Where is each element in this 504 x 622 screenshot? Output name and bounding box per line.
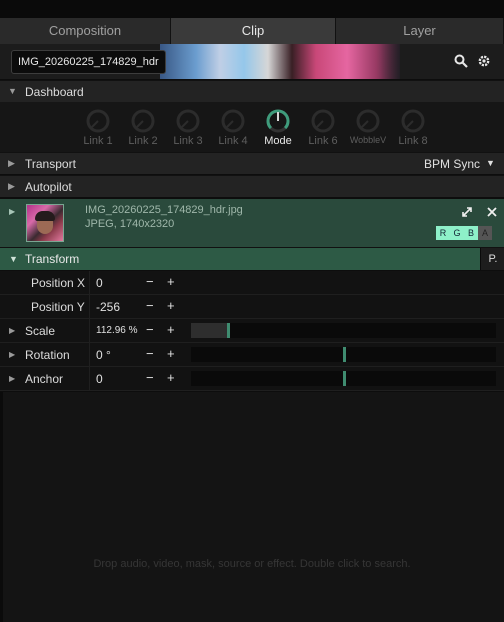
clip-name-field[interactable]: IMG_20260225_174829_hdr — [11, 50, 166, 74]
decrement-button[interactable]: − — [146, 370, 154, 385]
anchor-slider[interactable] — [191, 371, 496, 386]
knob-link-1[interactable]: Link 1 — [77, 108, 119, 147]
param-value-field[interactable]: 112.96 % — [96, 325, 138, 336]
bpm-sync-dropdown[interactable]: BPM Sync — [424, 157, 480, 171]
file-info: JPEG, 1740x2320 — [85, 218, 175, 230]
decrement-button[interactable]: − — [146, 346, 154, 361]
clip-header: IMG_20260225_174829_hdr — [0, 44, 504, 79]
tab-layer[interactable]: Layer — [336, 18, 504, 44]
expand-triangle-icon[interactable]: ▶ — [9, 350, 15, 359]
rotation-slider[interactable] — [191, 347, 496, 362]
param-value-field[interactable]: 0 — [96, 276, 103, 290]
param-row-position-y: Position Y -256 − + — [0, 295, 504, 319]
clip-file-row[interactable]: ▶ IMG_20260225_174829_hdr.jpg JPEG, 1740… — [0, 199, 504, 247]
slider-handle[interactable] — [227, 323, 230, 338]
param-value-field[interactable]: 0 ° — [96, 348, 111, 362]
transport-header[interactable]: ▶ Transport BPM Sync ▼ — [0, 152, 504, 174]
param-row-anchor: ▶ Anchor 0 − + — [0, 367, 504, 391]
param-label: Position Y — [31, 300, 85, 314]
knob-mode[interactable]: Mode — [257, 108, 299, 147]
dashboard-knobs: Link 1 Link 2 Link 3 Link 4 Mode Link 6 … — [0, 102, 504, 152]
channel-a-toggle[interactable]: A — [478, 226, 492, 240]
channel-toggles: R G B A — [436, 226, 492, 240]
channel-b-toggle[interactable]: B — [464, 226, 478, 240]
param-row-rotation: ▶ Rotation 0 ° − + — [0, 343, 504, 367]
param-value-field[interactable]: -256 — [96, 300, 120, 314]
close-icon[interactable] — [486, 206, 498, 218]
autopilot-header[interactable]: ▶ Autopilot — [0, 175, 504, 197]
knob-link-2[interactable]: Link 2 — [122, 108, 164, 147]
file-name: IMG_20260225_174829_hdr.jpg — [85, 204, 243, 216]
chevron-down-icon[interactable]: ▼ — [486, 158, 495, 168]
collapse-triangle-icon: ▼ — [8, 86, 17, 96]
scale-slider[interactable] — [191, 323, 496, 338]
slider-fill — [191, 323, 228, 338]
dashboard-header[interactable]: ▼ Dashboard — [0, 80, 504, 102]
expand-triangle-icon[interactable]: ▶ — [9, 207, 15, 216]
knob-link-8[interactable]: Link 8 — [392, 108, 434, 147]
knob-link-4[interactable]: Link 4 — [212, 108, 254, 147]
knob-link-6[interactable]: Link 6 — [302, 108, 344, 147]
decrement-button[interactable]: − — [146, 298, 154, 313]
effect-drop-area[interactable]: Drop audio, video, mask, source or effec… — [0, 392, 504, 622]
increment-button[interactable]: + — [167, 298, 175, 313]
channel-r-toggle[interactable]: R — [436, 226, 450, 240]
increment-button[interactable]: + — [167, 274, 175, 289]
panel-tabs: Composition Clip Layer — [0, 18, 504, 44]
channel-g-toggle[interactable]: G — [450, 226, 464, 240]
param-value-field[interactable]: 0 — [96, 372, 103, 386]
expand-triangle-icon[interactable]: ▶ — [9, 326, 15, 335]
expand-icon[interactable] — [461, 206, 473, 218]
expand-triangle-icon: ▶ — [8, 181, 15, 191]
transform-label: Transform — [25, 252, 80, 266]
collapse-triangle-icon: ▼ — [9, 254, 18, 264]
increment-button[interactable]: + — [167, 322, 175, 337]
expand-triangle-icon[interactable]: ▶ — [9, 374, 15, 383]
slider-handle[interactable] — [343, 347, 346, 362]
param-label: Position X — [31, 276, 86, 290]
gear-icon[interactable] — [477, 54, 493, 70]
clip-preview-image — [26, 204, 64, 242]
transform-header[interactable]: ▼ Transform P. — [0, 247, 504, 270]
decrement-button[interactable]: − — [146, 274, 154, 289]
search-icon[interactable] — [454, 54, 470, 70]
title-strip — [0, 0, 504, 18]
increment-button[interactable]: + — [167, 346, 175, 361]
dashboard-label: Dashboard — [25, 85, 84, 99]
param-row-position-x: Position X 0 − + — [0, 271, 504, 295]
drop-hint: Drop audio, video, mask, source or effec… — [93, 558, 411, 570]
tab-composition[interactable]: Composition — [0, 18, 171, 44]
transport-label: Transport — [25, 157, 76, 171]
knob-link-3[interactable]: Link 3 — [167, 108, 209, 147]
param-row-scale: ▶ Scale 112.96 % − + — [0, 319, 504, 343]
autopilot-label: Autopilot — [25, 180, 72, 194]
tab-clip[interactable]: Clip — [171, 18, 336, 44]
parameter-menu-button[interactable]: P. — [480, 248, 504, 270]
knob-wobblev[interactable]: WobbleV — [347, 108, 389, 145]
param-label: Rotation — [25, 348, 70, 362]
clip-thumbnail-strip — [160, 44, 400, 79]
increment-button[interactable]: + — [167, 370, 175, 385]
param-label: Scale — [25, 324, 56, 338]
decrement-button[interactable]: − — [146, 322, 154, 337]
slider-handle[interactable] — [343, 371, 346, 386]
param-label: Anchor — [25, 372, 64, 386]
expand-triangle-icon: ▶ — [8, 158, 15, 168]
